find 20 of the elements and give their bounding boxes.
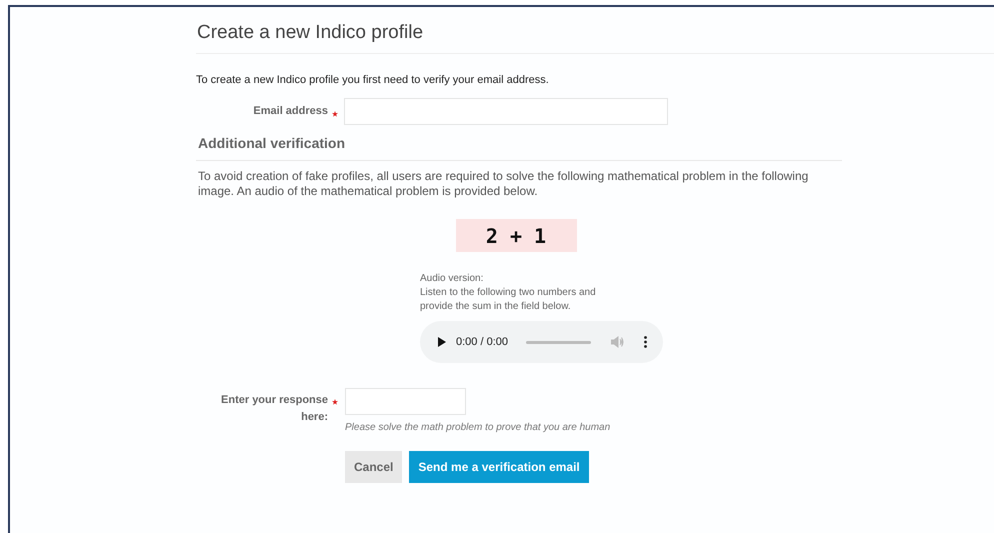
time-display: 0:00 / 0:00: [456, 334, 508, 350]
page-title: Create a new Indico profile: [196, 19, 994, 54]
response-field[interactable]: [345, 388, 466, 415]
captcha-image: 2 + 1: [456, 219, 576, 252]
hint-text: Please solve the math problem to prove that you are human: [345, 421, 610, 435]
audio-label: Audio version:: [420, 272, 484, 286]
cancel-button[interactable]: Cancel: [345, 451, 402, 483]
audio-player[interactable]: 0:00 / 0:00: [420, 321, 663, 363]
email-label: Email address: [253, 104, 328, 120]
intro-text: To create a new Indico profile you first need to verify your email address.: [196, 72, 550, 88]
section-heading: Additional verification: [196, 133, 842, 161]
audio-instructions: Listen to the following two numbers and provide the sum in the field below.: [420, 286, 597, 314]
more-icon[interactable]: [644, 336, 647, 348]
response-label: Enter your response here:: [220, 393, 328, 425]
volume-icon[interactable]: [611, 336, 624, 348]
play-icon[interactable]: [438, 337, 446, 347]
seek-bar[interactable]: [526, 340, 591, 344]
description-text: To avoid creation of fake profiles, all users are required to solve the following mathematical problem in the following image. An audio of the mathematical problem is provided below.: [197, 169, 810, 199]
send-button[interactable]: Send me a verification email: [409, 451, 589, 483]
email-field[interactable]: [344, 98, 668, 125]
